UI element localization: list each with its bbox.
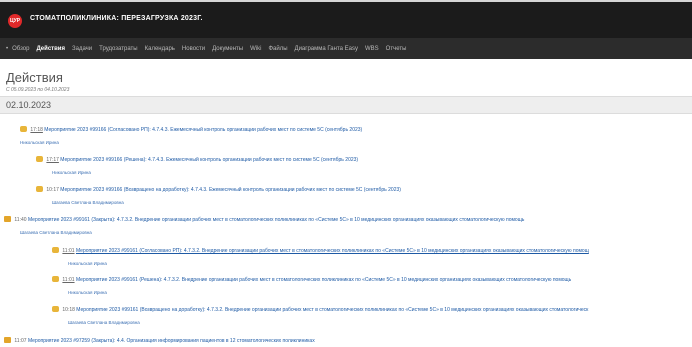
entry-title-link[interactable]: Мероприятие 2023 #99166 (Согласовано РП)… — [44, 127, 362, 133]
date-group-label: 02.10.2023 — [6, 100, 52, 110]
tab-overview[interactable]: Обзор — [12, 46, 29, 52]
entry-title-link[interactable]: Мероприятие 2023 #99161 (Возвращено на д… — [76, 307, 588, 313]
nav-bullet-icon: • — [6, 45, 9, 52]
entry-time[interactable]: 17:18 — [30, 127, 43, 133]
entry-author[interactable]: Никольская Ирина — [68, 290, 571, 295]
entry-time[interactable]: 11:01 — [62, 248, 74, 254]
activity-entry: 17:18 Мероприятие 2023 #99166 (Согласова… — [20, 126, 362, 145]
entry-title-link[interactable]: Мероприятие 2023 #99161 (Решена): 4.7.3.… — [76, 277, 571, 283]
entry-author[interactable]: Шагаева Светлана Владимировна — [52, 200, 401, 205]
tab-files[interactable]: Файлы — [268, 46, 287, 52]
top-bar: ЦУР СТОМАТПОЛИКЛИНИКА: ПЕРЕЗАГРУЗКА 2023… — [0, 0, 692, 38]
issue-edit-icon — [20, 126, 27, 132]
tab-reports[interactable]: Отчеты — [386, 46, 407, 52]
date-group-header: 02.10.2023 — [0, 96, 692, 114]
tab-gantt[interactable]: Диаграмма Ганта Easy — [295, 46, 358, 52]
tab-wbs[interactable]: WBS — [365, 46, 379, 52]
app-logo[interactable]: ЦУР — [8, 14, 22, 28]
entry-time[interactable]: 11:40 — [14, 217, 26, 223]
issue-edit-icon — [52, 276, 59, 282]
issue-closed-icon — [4, 216, 11, 222]
tab-issues[interactable]: Задачи — [72, 46, 92, 52]
issue-closed-icon — [4, 337, 11, 343]
entry-title-link[interactable]: Мероприятие 2023 #99166 (Решена): 4.7.4.… — [60, 157, 358, 163]
entry-author[interactable]: Никольская Ирина — [52, 170, 358, 175]
page-title: Действия — [6, 70, 63, 85]
entry-title-link[interactable]: Мероприятие 2023 #99166 (Возвращено на д… — [60, 187, 401, 193]
activity-entry: 17:17 Мероприятие 2023 #99166 (Решена): … — [36, 156, 358, 175]
activity-entry: 11:07 Мероприятие 2023 #97259 (Закрыта):… — [4, 337, 315, 345]
tab-time-entries[interactable]: Трудозатраты — [99, 46, 137, 52]
activity-entry: 10:18 Мероприятие 2023 #99161 (Возвращен… — [52, 306, 588, 325]
entry-time[interactable]: 10:17 — [46, 187, 59, 193]
entry-time[interactable]: 17:17 — [46, 157, 59, 163]
tab-wiki[interactable]: Wiki — [250, 46, 261, 52]
activity-entry: 11:01 Мероприятие 2023 #99161 (Решена): … — [52, 276, 571, 295]
entry-time[interactable]: 10:18 — [62, 307, 75, 313]
activity-entry: 11:40 Мероприятие 2023 #99161 (Закрыта):… — [4, 216, 524, 235]
entry-title-link[interactable]: Мероприятие 2023 #99161 (Согласовано РП)… — [76, 248, 589, 254]
activity-entry: 11:01 Мероприятие 2023 #99161 (Согласова… — [52, 247, 589, 266]
entry-time[interactable]: 11:01 — [62, 277, 74, 283]
issue-edit-icon — [36, 156, 43, 162]
date-range: С 05.09.2023 по 04.10.2023 — [6, 87, 70, 93]
activity-entry: 10:17 Мероприятие 2023 #99166 (Возвращен… — [36, 186, 401, 205]
entry-author[interactable]: Шагаева Светлана Владимировна — [20, 230, 524, 235]
issue-edit-icon — [52, 247, 59, 253]
tab-calendar[interactable]: Календарь — [145, 46, 175, 52]
entry-author[interactable]: Шагаева Светлана Владимировна — [68, 320, 588, 325]
tab-activity[interactable]: Действия — [36, 46, 65, 52]
issue-edit-icon — [36, 186, 43, 192]
issue-edit-icon — [52, 306, 59, 312]
tab-documents[interactable]: Документы — [212, 46, 243, 52]
entry-time[interactable]: 11:07 — [14, 338, 26, 344]
entry-author[interactable]: Никольская Ирина — [68, 261, 589, 266]
entry-title-link[interactable]: Мероприятие 2023 #99161 (Закрыта): 4.7.3… — [28, 217, 524, 223]
tab-news[interactable]: Новости — [182, 46, 205, 52]
entry-author[interactable]: Никольская Ирина — [20, 140, 362, 145]
project-title[interactable]: СТОМАТПОЛИКЛИНИКА: ПЕРЕЗАГРУЗКА 2023Г. — [30, 15, 203, 22]
entry-title-link[interactable]: Мероприятие 2023 #97259 (Закрыта): 4.4. … — [28, 338, 315, 344]
project-nav: • Обзор Действия Задачи Трудозатраты Кал… — [0, 38, 692, 59]
